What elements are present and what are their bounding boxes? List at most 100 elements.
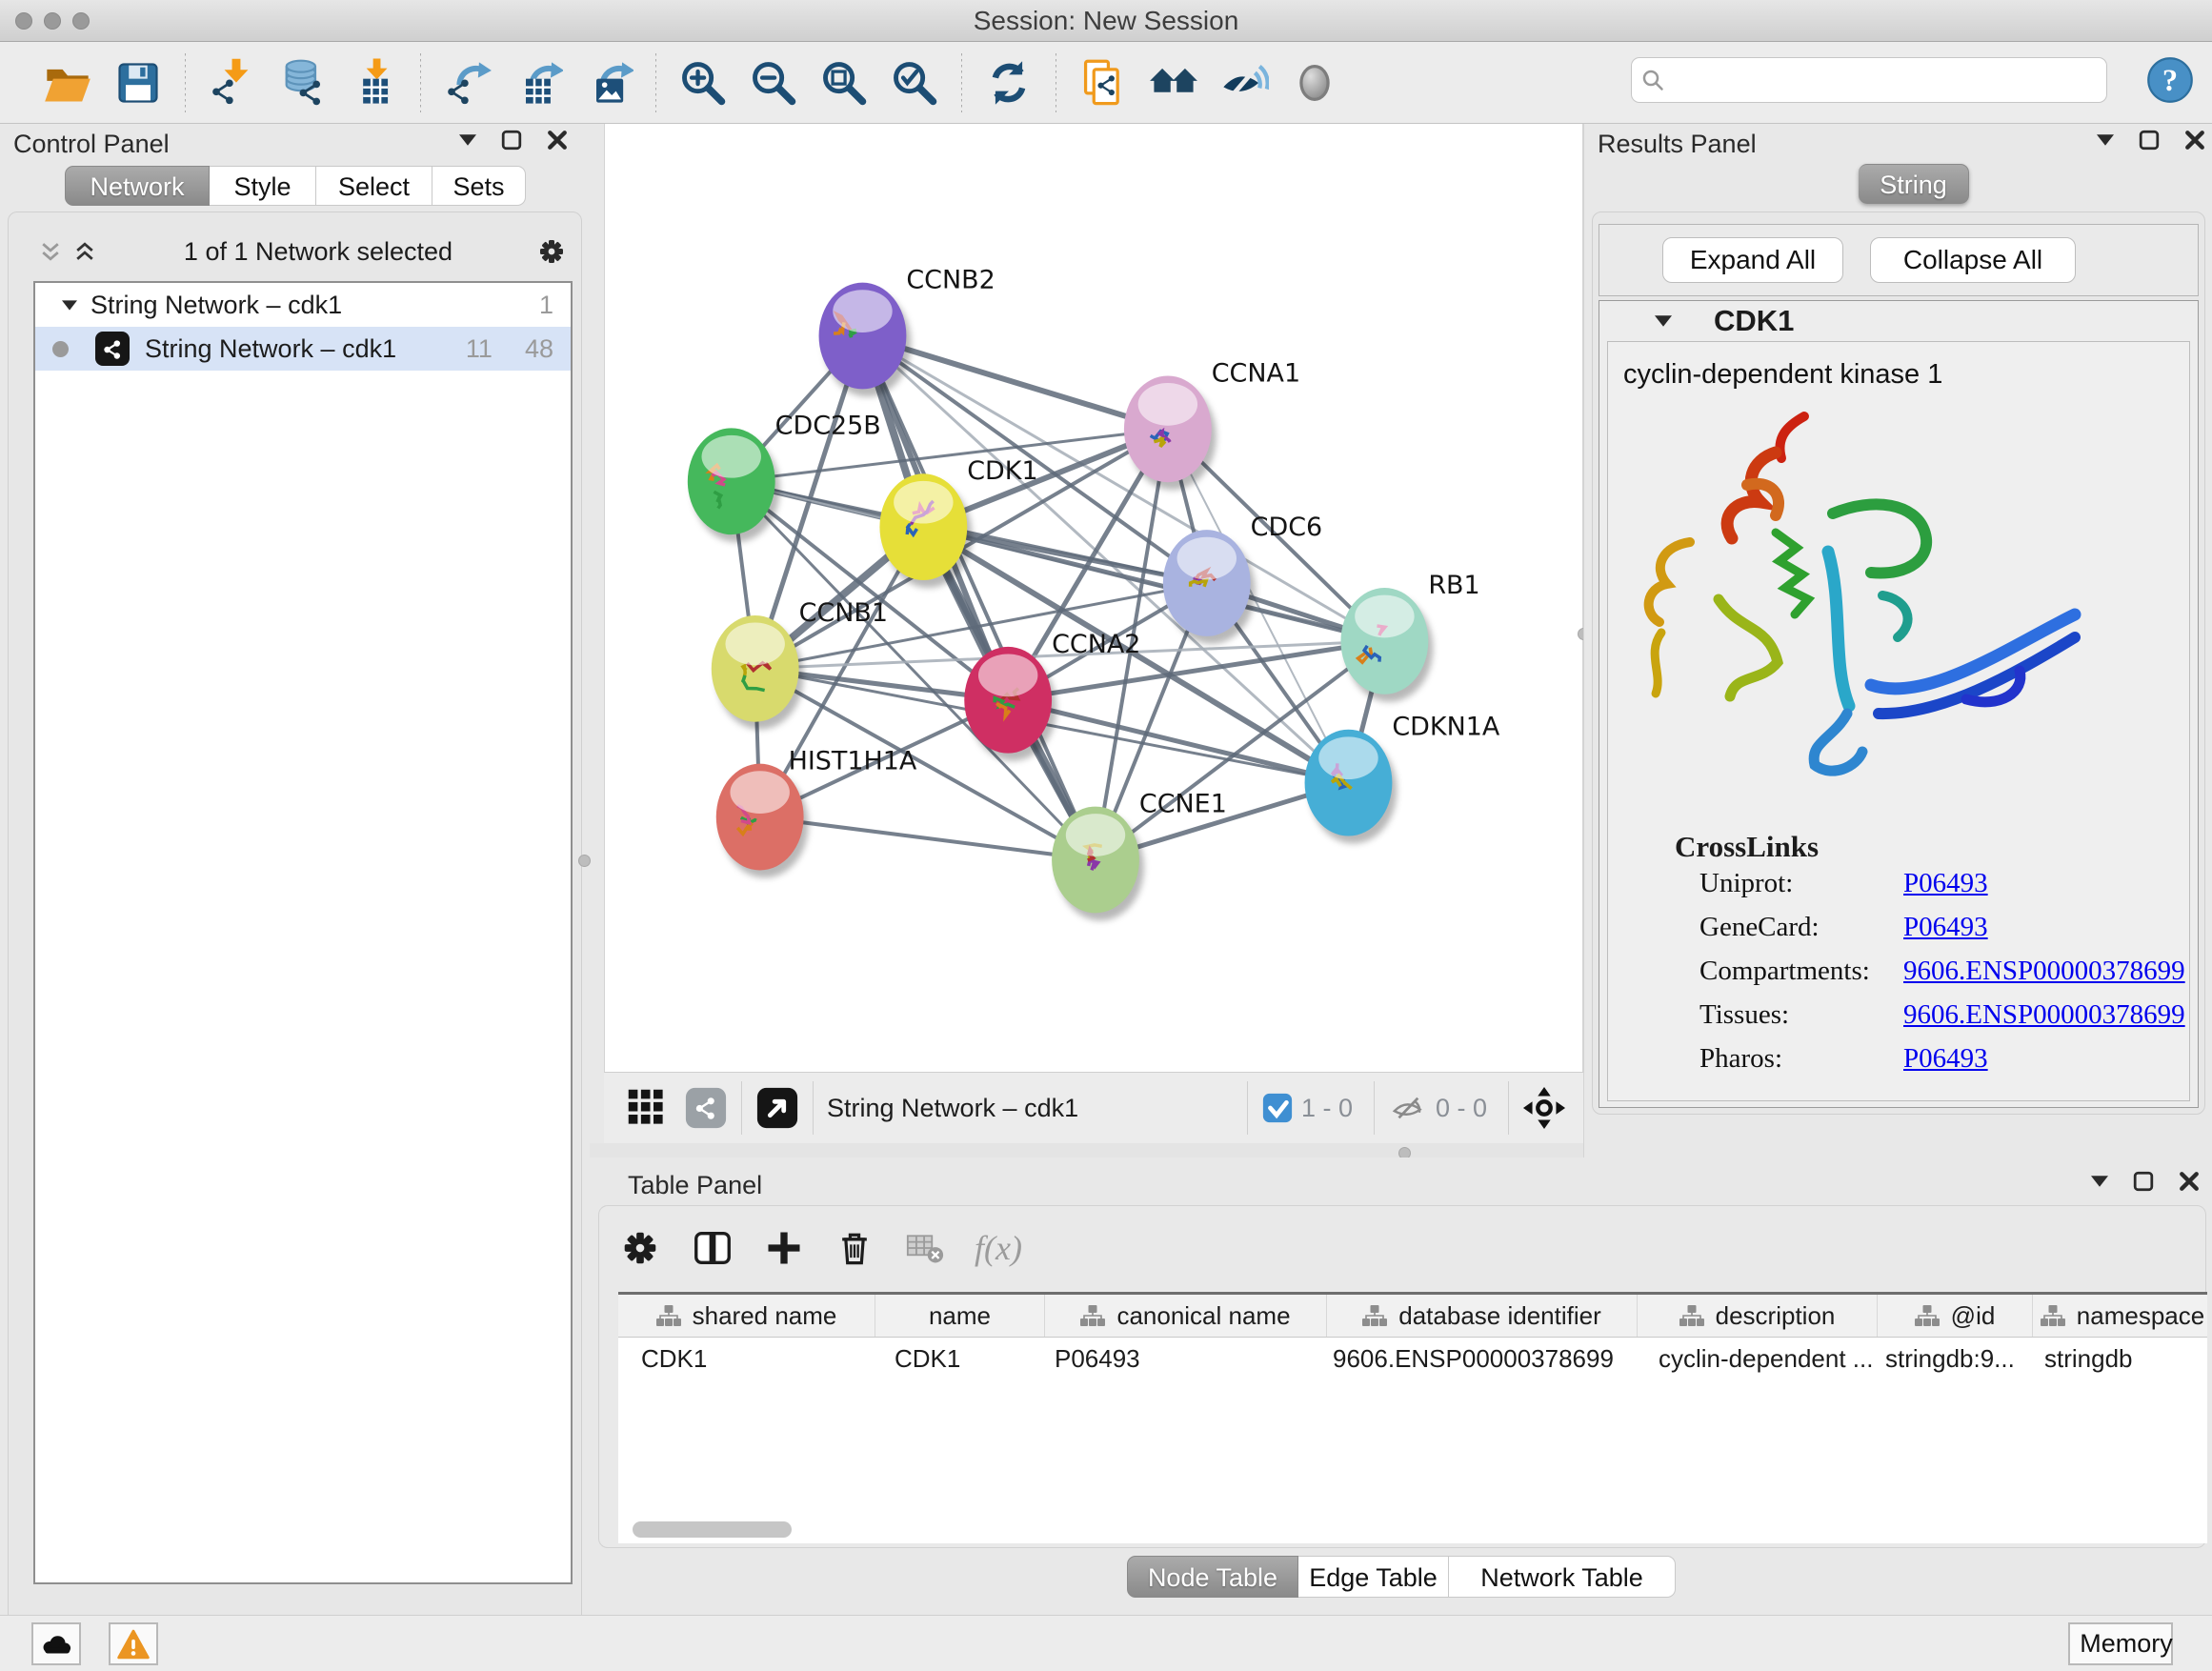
export-network-button[interactable] xyxy=(437,54,498,111)
tab-network-table[interactable]: Network Table xyxy=(1449,1556,1676,1598)
import-network-database-button[interactable] xyxy=(272,54,333,111)
panel-float-icon[interactable] xyxy=(501,130,522,151)
column-header-description[interactable]: description xyxy=(1638,1295,1878,1337)
panel-close-icon[interactable] xyxy=(2184,130,2205,151)
table-horizontal-scrollbar[interactable] xyxy=(633,1521,792,1538)
tab-select[interactable]: Select xyxy=(316,166,432,206)
selected-checkbox-icon[interactable] xyxy=(1261,1092,1294,1124)
expand-all-networks-icon[interactable] xyxy=(75,242,94,261)
tab-style[interactable]: Style xyxy=(210,166,316,206)
network-edge[interactable] xyxy=(760,817,1096,860)
network-canvas[interactable]: CCNB2CCNA1CDC25BCDC6RB1CCNB1CDK1CCNA2CDK… xyxy=(604,124,1583,1072)
expand-all-button[interactable]: Expand All xyxy=(1662,237,1843,283)
network-node-cdc6[interactable]: CDC6 xyxy=(1163,513,1322,644)
table-row[interactable]: CDK1CDK1P064939606.ENSP00000378699cyclin… xyxy=(618,1338,2207,1379)
column-header--id[interactable]: @id xyxy=(1878,1295,2033,1337)
help-icon: ? xyxy=(2145,55,2195,105)
open-in-new-window-icon[interactable] xyxy=(755,1086,799,1130)
save-session-button[interactable] xyxy=(108,54,169,111)
open-session-button[interactable] xyxy=(37,54,98,111)
hidden-eye-slash-icon[interactable] xyxy=(1388,1090,1428,1126)
section-caret-icon[interactable] xyxy=(1655,315,1672,327)
zoom-fit-button[interactable] xyxy=(814,54,875,111)
tab-edge-table[interactable]: Edge Table xyxy=(1298,1556,1449,1598)
crosslink-label: Tissues: xyxy=(1699,999,1877,1031)
crosslink-label: Compartments: xyxy=(1699,956,1877,987)
node-label: CCNB1 xyxy=(799,598,888,628)
tab-sets[interactable]: Sets xyxy=(432,166,526,206)
column-header-shared-name[interactable]: shared name xyxy=(618,1295,875,1337)
zoom-selected-button[interactable] xyxy=(884,54,945,111)
collapse-all-networks-icon[interactable] xyxy=(41,242,60,261)
search-input[interactable] xyxy=(1674,62,2093,96)
export-network-icon xyxy=(443,58,493,108)
table-settings-gear-icon[interactable] xyxy=(618,1226,662,1270)
collection-caret-icon[interactable] xyxy=(62,300,77,311)
column-header-canonical-name[interactable]: canonical name xyxy=(1045,1295,1327,1337)
zoom-selected-icon xyxy=(890,58,939,108)
crosslink-value-link[interactable]: P06493 xyxy=(1903,1043,1988,1075)
column-header-name[interactable]: name xyxy=(875,1295,1045,1337)
export-image-button[interactable] xyxy=(578,54,639,111)
crosslink-value-link[interactable]: 9606.ENSP00000378699 xyxy=(1903,999,2185,1031)
copy-views-icon xyxy=(1078,58,1128,108)
help-button[interactable]: ? xyxy=(2145,55,2195,105)
copy-views-button[interactable] xyxy=(1073,54,1134,111)
search-box xyxy=(1631,57,2107,103)
node-label: HIST1H1A xyxy=(789,747,917,776)
panel-close-icon[interactable] xyxy=(547,130,568,151)
network-selection-status: 1 of 1 Network selected xyxy=(102,237,534,267)
zoom-in-button[interactable] xyxy=(673,54,734,111)
panel-menu-caret-icon[interactable] xyxy=(459,134,476,146)
show-details-button[interactable] xyxy=(1284,54,1345,111)
crosslink-value-link[interactable]: P06493 xyxy=(1903,912,1988,943)
cloud-status-button[interactable] xyxy=(31,1622,81,1665)
network-node-rb1[interactable]: RB1 xyxy=(1340,571,1479,702)
tab-string[interactable]: String xyxy=(1859,164,1969,204)
warnings-button[interactable] xyxy=(109,1622,158,1665)
memory-button[interactable]: Memory xyxy=(2068,1622,2173,1665)
panel-menu-caret-icon[interactable] xyxy=(2097,134,2114,146)
network-share-icon[interactable] xyxy=(684,1086,728,1130)
create-column-plus-icon[interactable] xyxy=(763,1227,805,1269)
crosslink-row: Compartments: 9606.ENSP00000378699 xyxy=(1699,956,2185,987)
tab-network[interactable]: Network xyxy=(65,166,210,206)
import-network-file-button[interactable] xyxy=(202,54,263,111)
export-table-button[interactable] xyxy=(508,54,569,111)
hide-details-button[interactable] xyxy=(1214,54,1275,111)
tab-node-table[interactable]: Node Table xyxy=(1127,1556,1298,1598)
network-collection-row[interactable]: String Network – cdk1 1 xyxy=(35,283,571,327)
birds-eye-view-icon[interactable] xyxy=(1522,1086,1566,1130)
grid-view-icon[interactable] xyxy=(627,1088,667,1128)
table-cell: 9606.ENSP00000378699 xyxy=(1327,1344,1638,1374)
apply-layout-button[interactable] xyxy=(978,54,1039,111)
warning-icon xyxy=(116,1629,151,1660)
table-cell: stringdb:9... xyxy=(1878,1344,2033,1374)
column-header-namespace[interactable]: namespace xyxy=(2033,1295,2207,1337)
panel-float-icon[interactable] xyxy=(2133,1171,2154,1192)
column-header-database-identifier[interactable]: database identifier xyxy=(1327,1295,1638,1337)
network-node-hist1h1a[interactable]: HIST1H1A xyxy=(716,747,917,878)
crosslink-value-link[interactable]: P06493 xyxy=(1903,868,1988,899)
panel-close-icon[interactable] xyxy=(2179,1171,2200,1192)
show-columns-icon[interactable] xyxy=(691,1226,734,1270)
network-node-ccne1[interactable]: CCNE1 xyxy=(1052,790,1227,921)
crosslink-value-link[interactable]: 9606.ENSP00000378699 xyxy=(1903,956,2185,987)
string-network-icon xyxy=(95,332,130,366)
delete-column-trash-icon[interactable] xyxy=(834,1227,875,1269)
first-neighbors-icon xyxy=(1149,58,1198,108)
panel-menu-caret-icon[interactable] xyxy=(2091,1176,2108,1187)
network-node-cdkn1a[interactable]: CDKN1A xyxy=(1305,713,1500,844)
left-splitter-handle[interactable] xyxy=(578,855,591,867)
crosslink-label: Pharos: xyxy=(1699,1043,1877,1075)
selected-count: 1 - 0 xyxy=(1301,1094,1353,1123)
network-edge[interactable] xyxy=(862,336,1096,860)
panel-float-icon[interactable] xyxy=(2139,130,2160,151)
zoom-out-button[interactable] xyxy=(743,54,804,111)
table-cell: CDK1 xyxy=(875,1344,1045,1374)
network-row[interactable]: String Network – cdk1 11 48 xyxy=(35,327,571,371)
first-neighbors-button[interactable] xyxy=(1143,54,1204,111)
network-options-gear-icon[interactable] xyxy=(534,234,569,269)
collapse-all-button[interactable]: Collapse All xyxy=(1870,237,2076,283)
import-table-file-button[interactable] xyxy=(343,54,404,111)
